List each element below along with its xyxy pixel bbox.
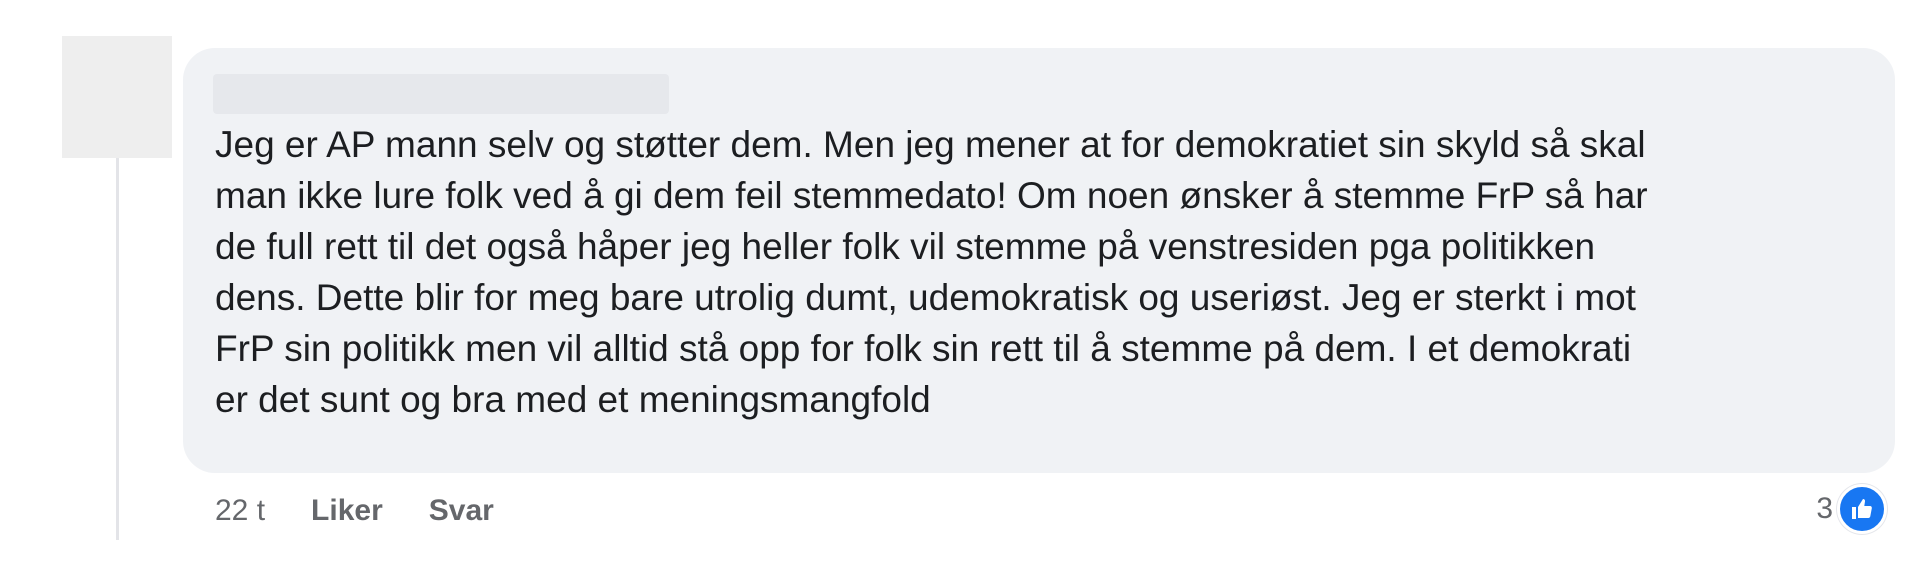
avatar[interactable] <box>62 36 172 158</box>
comment-bubble: Jeg er AP mann selv og støtter dem. Men … <box>183 48 1895 473</box>
like-button[interactable]: Liker <box>311 494 383 528</box>
reaction-count: 3 <box>1816 492 1833 525</box>
comment-text: Jeg er AP mann selv og støtter dem. Men … <box>215 124 1648 420</box>
comment-actions: 22 t Liker Svar <box>215 486 540 536</box>
reaction-summary[interactable]: 3 <box>1816 484 1887 534</box>
author-name-redacted[interactable] <box>213 74 669 114</box>
reply-button[interactable]: Svar <box>429 494 494 528</box>
like-thumbs-up-icon <box>1837 484 1887 534</box>
comment-timestamp[interactable]: 22 t <box>215 494 265 528</box>
comment-thread: Jeg er AP mann selv og støtter dem. Men … <box>0 0 1920 569</box>
thread-line <box>116 158 119 540</box>
